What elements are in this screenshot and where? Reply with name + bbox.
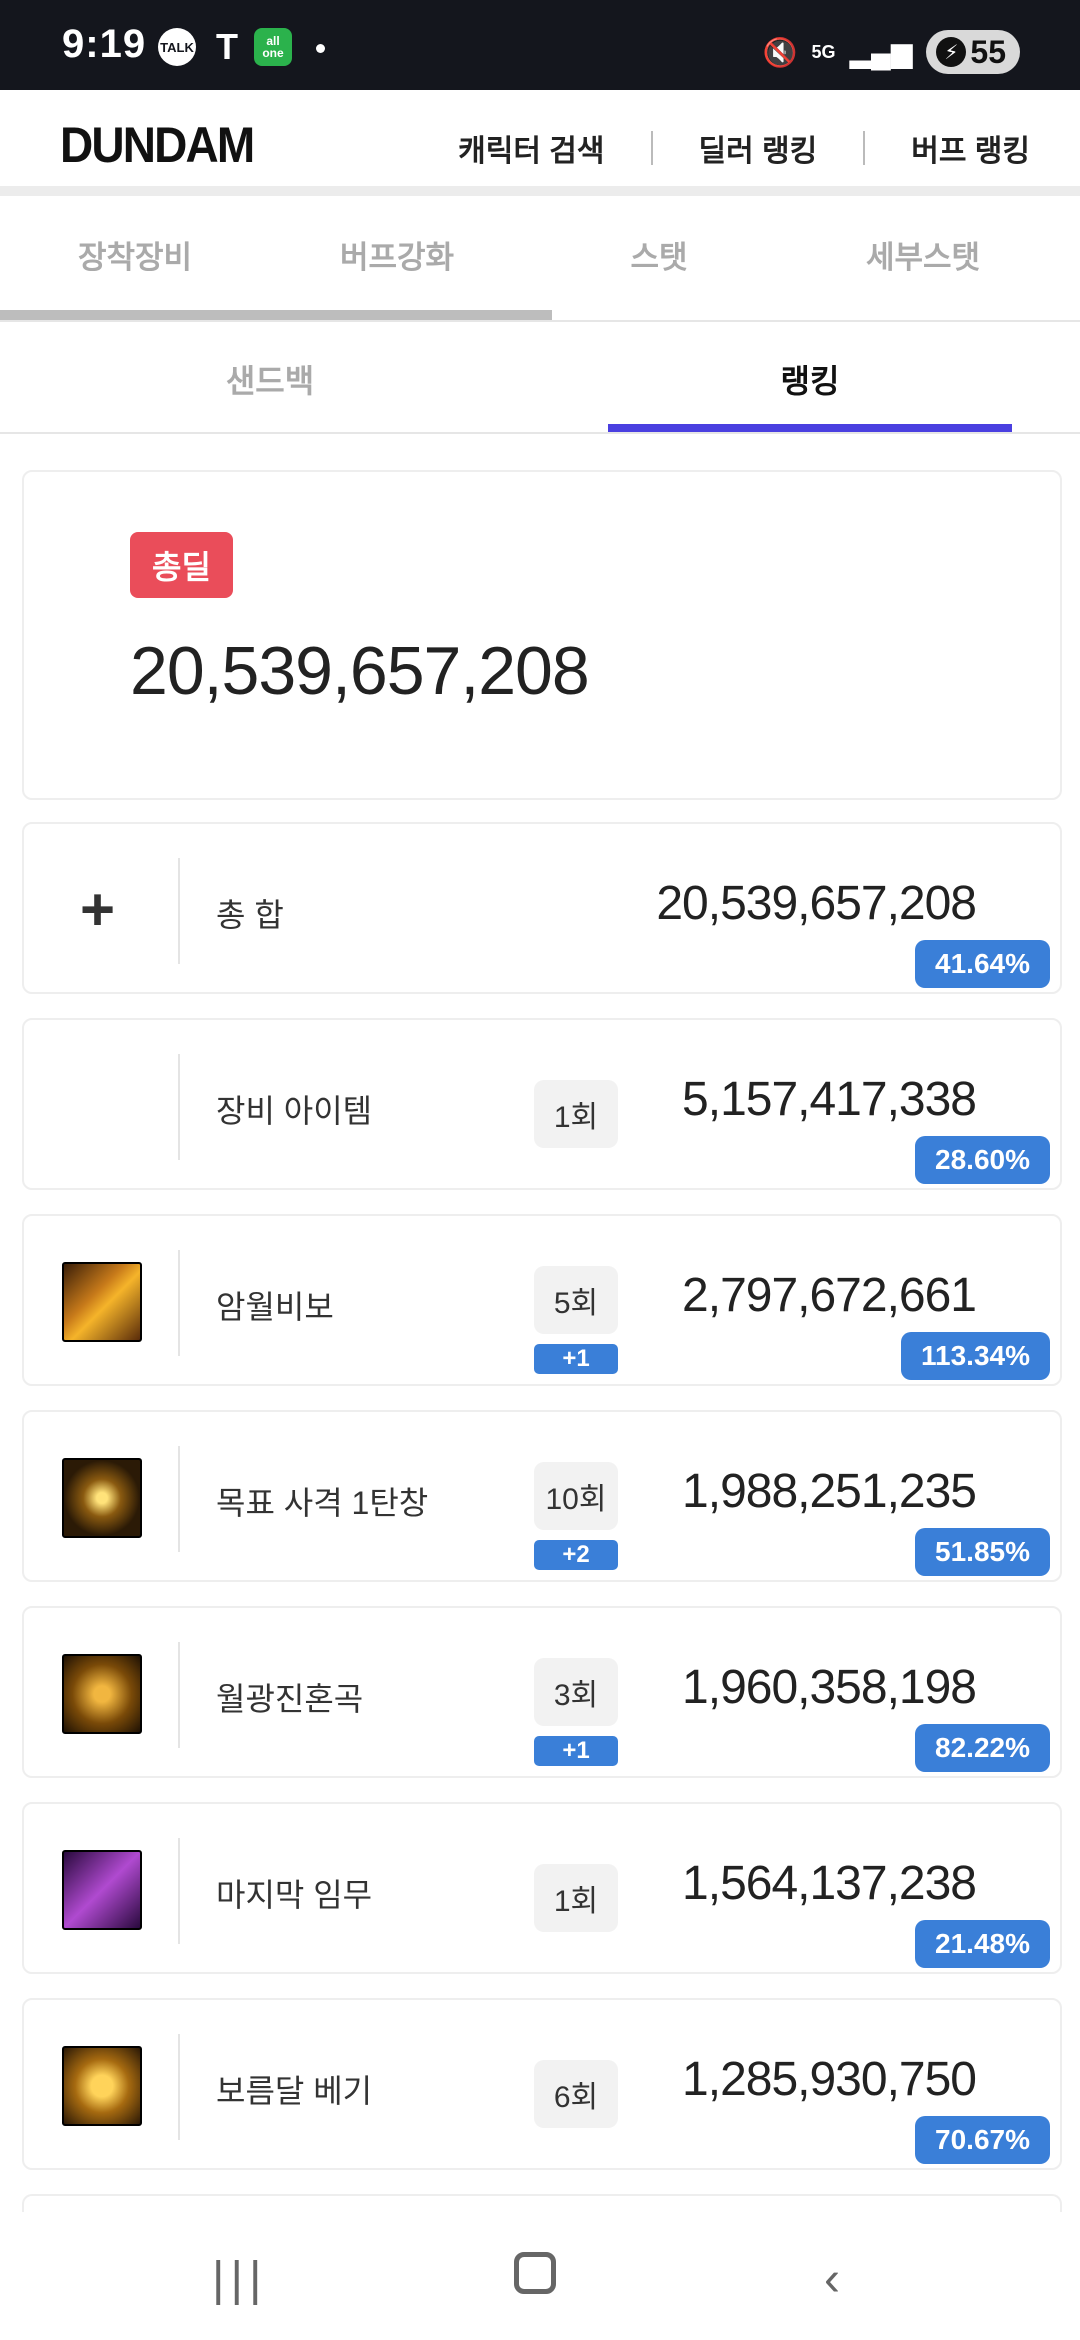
row-divider	[178, 858, 180, 964]
row-name: 총 합	[216, 897, 284, 933]
row-percent-badge: 70.67%	[915, 2116, 1050, 2164]
row-damage: 2,797,672,661	[682, 1269, 977, 1322]
row-name: 장비 아이템	[216, 1093, 373, 1129]
tab-sandbag[interactable]: 샌드백	[0, 356, 540, 402]
notification-dot-icon	[316, 44, 325, 53]
last-mission-skill-icon	[62, 1850, 142, 1930]
recent-apps-icon[interactable]: |||	[212, 2252, 267, 2307]
nav-character-search[interactable]: 캐릭터 검색	[412, 126, 650, 170]
damage-row-skill[interactable]: 목표 사격 1탄창 10회 +2 1,988,251,235 51.85%	[22, 1410, 1062, 1582]
row-hit-count: 10회	[534, 1462, 618, 1530]
home-icon[interactable]	[514, 2252, 556, 2294]
t-app-icon: T	[216, 26, 238, 67]
row-damage: 1,285,930,750	[682, 2053, 977, 2106]
site-header: DUNDAM 캐릭터 검색 딜러 랭킹 버프 랭킹	[0, 90, 1080, 196]
damage-row-skill[interactable]: 암월비보 5회 +1 2,797,672,661 113.34%	[22, 1214, 1062, 1386]
damage-row-equipment[interactable]: 장비 아이템 1회 5,157,417,338 28.60%	[22, 1018, 1062, 1190]
full-moon-slash-skill-icon	[62, 2046, 142, 2126]
status-time: 9:19	[62, 22, 147, 66]
dundam-logo[interactable]: DUNDAM	[60, 116, 255, 174]
row-hit-count: 1회	[534, 1864, 618, 1932]
allone-icon: all one	[254, 28, 292, 66]
row-divider	[178, 1054, 180, 1160]
row-name: 암월비보	[216, 1289, 334, 1325]
row-damage: 20,539,657,208	[656, 877, 977, 930]
row-percent-badge: 82.22%	[915, 1724, 1050, 1772]
tab-detail-stats[interactable]: 세부스탯	[788, 232, 1058, 277]
damage-row-total[interactable]: + 총 합 20,539,657,208 41.64%	[22, 822, 1062, 994]
row-hit-count: 3회	[534, 1658, 618, 1726]
nav-dealer-ranking[interactable]: 딜러 랭킹	[653, 126, 864, 170]
battery-indicator: ⚡ 55	[926, 30, 1020, 74]
row-damage: 5,157,417,338	[682, 1073, 977, 1126]
row-hit-count: 6회	[534, 2060, 618, 2128]
damage-row-skill[interactable]: 보름달 베기 6회 1,285,930,750 70.67%	[22, 1998, 1062, 2170]
moonlight-requiem-skill-icon	[62, 1654, 142, 1734]
damage-row-skill[interactable]: 월광진혼곡 3회 +1 1,960,358,198 82.22%	[22, 1606, 1062, 1778]
network-5g-icon: 5G	[811, 41, 836, 62]
tab-ranking[interactable]: 랭킹	[540, 356, 1080, 402]
row-percent-badge: 28.60%	[915, 1136, 1050, 1184]
kakaotalk-icon: TALK	[158, 28, 196, 66]
row-bonus-badge: +2	[534, 1540, 618, 1570]
total-damage-badge: 총딜	[130, 532, 233, 598]
tab-scroll-indicator	[0, 310, 552, 320]
status-bar: 9:19 TALK T all one 🔇 5G ▂▄▆ ⚡ 55	[0, 0, 1080, 90]
row-divider	[178, 1838, 180, 1944]
tab-equipment[interactable]: 장착장비	[0, 232, 270, 277]
row-damage: 1,988,251,235	[682, 1465, 977, 1518]
row-damage: 1,960,358,198	[682, 1661, 977, 1714]
target-shot-skill-icon	[62, 1458, 142, 1538]
damage-row-skill[interactable]: 마지막 임무 1회 1,564,137,238 21.48%	[22, 1802, 1062, 1974]
row-percent-badge: 51.85%	[915, 1528, 1050, 1576]
tab-buff-enhance[interactable]: 버프강화	[262, 232, 532, 277]
main-nav: 캐릭터 검색 딜러 랭킹 버프 랭킹	[412, 126, 1030, 170]
row-percent-badge: 21.48%	[915, 1920, 1050, 1968]
row-percent-badge: 41.64%	[915, 940, 1050, 988]
row-divider	[178, 1446, 180, 1552]
total-damage-card: 총딜 20,539,657,208	[22, 470, 1062, 800]
row-percent-badge: 113.34%	[901, 1332, 1050, 1380]
active-tab-indicator	[608, 424, 1012, 432]
row-divider	[178, 1250, 180, 1356]
primary-tabs: 장착장비 버프강화 스탯 세부스탯	[0, 206, 1080, 322]
row-divider	[178, 1642, 180, 1748]
row-name: 마지막 임무	[216, 1877, 373, 1913]
row-divider	[178, 2034, 180, 2140]
signal-icon: ▂▄▆	[849, 36, 913, 68]
row-hit-count: 5회	[534, 1266, 618, 1334]
row-name: 목표 사격 1탄창	[216, 1485, 429, 1521]
tab-stats[interactable]: 스탯	[524, 232, 794, 277]
row-name: 월광진혼곡	[216, 1681, 364, 1717]
row-damage: 1,564,137,238	[682, 1857, 977, 1910]
back-icon[interactable]: ‹	[824, 2252, 840, 2307]
mute-icon: 🔇	[762, 36, 798, 68]
row-hit-count: 1회	[534, 1080, 618, 1148]
total-damage-value: 20,539,657,208	[130, 633, 590, 709]
system-nav-bar: ||| ‹	[0, 2212, 1080, 2340]
row-bonus-badge: +1	[534, 1344, 618, 1374]
nav-buffer-ranking[interactable]: 버프 랭킹	[865, 126, 1030, 170]
amwol-bibo-skill-icon	[62, 1262, 142, 1342]
plus-icon[interactable]: +	[80, 880, 115, 940]
charging-icon: ⚡	[936, 37, 967, 67]
row-name: 보름달 베기	[216, 2073, 373, 2109]
secondary-tabs: 샌드백 랭킹	[0, 322, 1080, 434]
row-bonus-badge: +1	[534, 1736, 618, 1766]
